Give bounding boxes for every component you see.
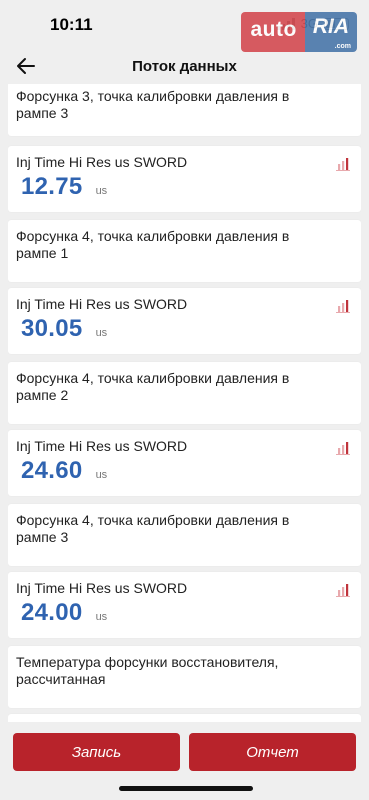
list-item[interactable]: Форсунка 4, точка калибровки давления в … [8,362,361,424]
item-unit: us [95,327,108,339]
list-item[interactable]: Форсунка 4, точка калибровки давления в … [8,220,361,282]
graph-icon[interactable] [335,298,351,314]
list-item[interactable]: Inj Time Hi Res us SWORD 30.05 us [8,288,361,354]
report-button[interactable]: Отчет [189,733,356,771]
item-unit: us [95,469,108,481]
item-title: Форсунка 3, точка калибровки давления в … [16,88,290,121]
item-value: 30.05 [21,315,83,342]
data-stream-list[interactable]: Форсунка 3, точка калибровки давления в … [8,84,361,722]
item-title: Форсунка 4, точка калибровки давления в … [16,512,290,545]
item-title: Inj Time Hi Res us SWORD [16,154,188,170]
item-value: 12.75 [21,173,83,200]
list-item-partial[interactable] [8,714,361,722]
list-item[interactable]: Форсунка 3, точка калибровки давления в … [8,84,361,136]
item-title: Inj Time Hi Res us SWORD [16,580,188,596]
item-title: Форсунка 4, точка калибровки давления в … [16,370,290,403]
record-button[interactable]: Запись [13,733,180,771]
watermark-ria: RIA .com [304,12,357,52]
watermark-auto: auto [240,12,305,52]
item-value-row: 24.00 us [21,599,107,627]
graph-icon[interactable] [335,582,351,598]
watermark-logo: auto RIA .com [240,12,357,52]
watermark-ria-text: RIA [312,15,349,38]
page-title: Поток данных [132,58,237,75]
item-title: Форсунка 4, точка калибровки давления в … [16,228,290,261]
graph-icon[interactable] [335,440,351,456]
item-title: Температура форсунки восстановителя, рас… [16,654,279,687]
item-unit: us [95,611,108,623]
status-time: 10:11 [50,15,93,34]
item-title: Inj Time Hi Res us SWORD [16,296,188,312]
header: Поток данных [0,48,369,84]
footer: Запись Отчет [0,722,369,800]
item-value-row: 30.05 us [21,315,107,343]
home-indicator[interactable] [119,786,253,791]
list-item[interactable]: Inj Time Hi Res us SWORD 12.75 us [8,146,361,212]
item-value: 24.00 [21,599,83,626]
item-title: Inj Time Hi Res us SWORD [16,438,188,454]
list-item[interactable]: Inj Time Hi Res us SWORD 24.00 us [8,572,361,638]
item-value: 24.60 [21,457,83,484]
item-value-row: 12.75 us [21,173,107,201]
list-item[interactable]: Температура форсунки восстановителя, рас… [8,646,361,708]
graph-icon[interactable] [335,156,351,172]
list-item[interactable]: Форсунка 4, точка калибровки давления в … [8,504,361,566]
list-item[interactable]: Inj Time Hi Res us SWORD 24.60 us [8,430,361,496]
item-value-row: 24.60 us [21,457,107,485]
item-unit: us [95,185,108,197]
